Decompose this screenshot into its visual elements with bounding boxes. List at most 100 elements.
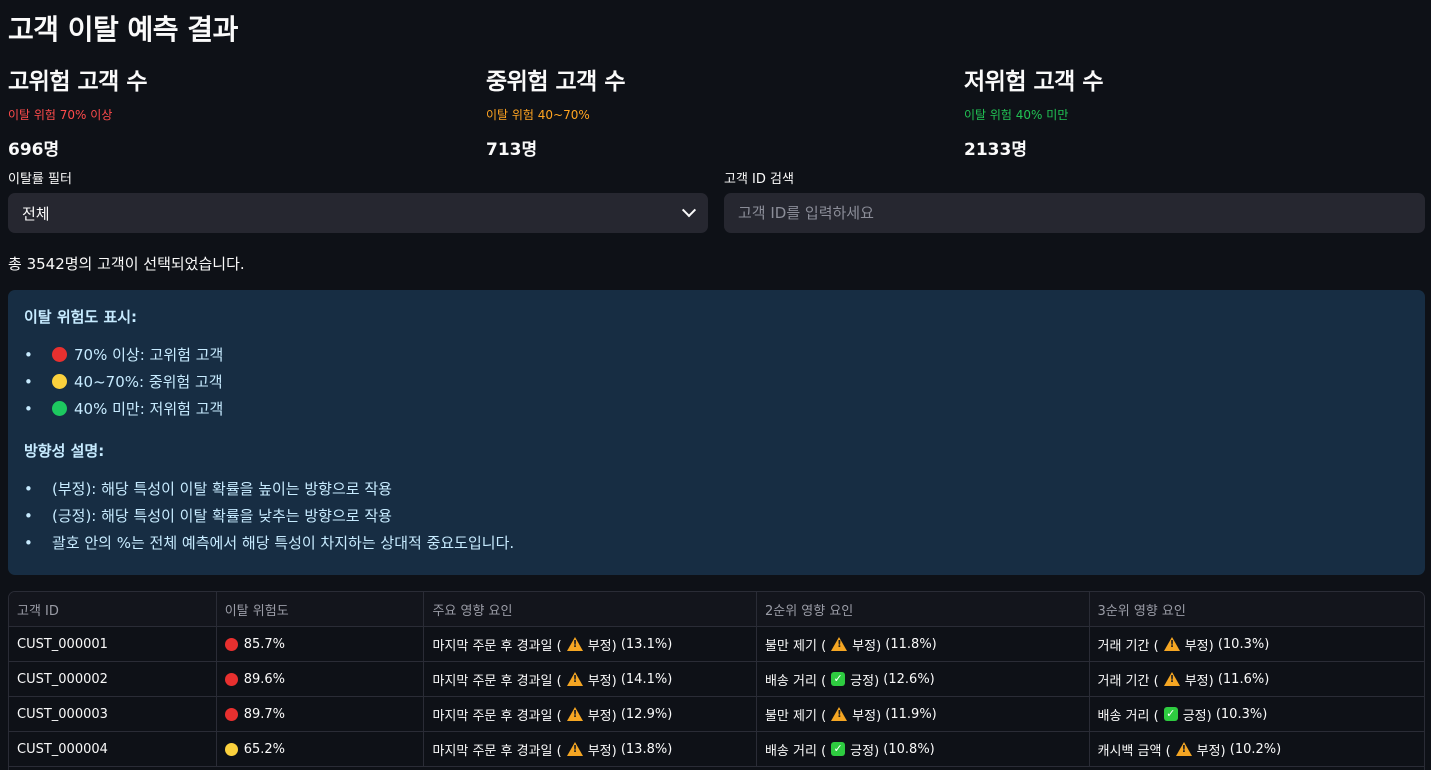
factor-pct: (11.6%) [1217,671,1270,687]
factor-name: 거래 기간 ( [1097,638,1159,654]
factor1-cell[interactable]: 마지막 주문 후 경과일 ( 부정) (14.1%) [424,662,757,696]
factor1-cell[interactable]: 마지막 주문 후 경과일 (부정) (12.9%) [424,697,757,731]
list-item: (긍정): 해당 특성이 이탈 확률을 낮추는 방향으로 작용 [24,502,1409,529]
metric-sub: 이탈 위험 40~70% [486,108,590,122]
factor-direction: 부정) [587,743,617,759]
factor-direction: 부정) [1184,638,1214,654]
factor-pct: (14.1%) [620,671,673,687]
risk-cell[interactable]: 85.7% [217,627,425,661]
factor-direction: 부정) [852,708,882,724]
risk-item-text: 40~70%: 중위험 고객 [74,373,223,391]
factor-direction: 부정) [587,708,617,724]
table-row[interactable]: CUST_000002 89.6% 마지막 주문 후 경과일 ( 부정) (14.1%… [9,662,1424,697]
direction-item-text: 괄호 안의 %는 전체 예측에서 해당 특성이 차지하는 상대적 중요도입니다. [52,534,515,552]
factor-name: 거래 기간 ( [1097,673,1159,689]
factor-pct: (10.2%) [1229,741,1282,757]
factor3-cell[interactable]: 거래 기간 (부정) (10.3%) [1090,627,1425,661]
risk-cell[interactable]: 89.6% [217,662,425,696]
factor-direction: 긍정) [1182,708,1212,724]
list-item: 괄호 안의 %는 전체 예측에서 해당 특성이 차지하는 상대적 중요도입니다. [24,529,1409,556]
warning-icon [566,637,583,651]
factor3-cell[interactable]: 거래 기간 ( 부정) (11.6%) [1090,662,1425,696]
factor-direction: 부정) [1184,673,1214,689]
table-row[interactable]: CUST_000001 85.7% 마지막 주문 후 경과일 ( 부정) (13.1%… [9,627,1424,662]
list-item: 70% 이상: 고위험 고객 [24,341,1409,368]
risk-cell[interactable]: 65.2% [217,732,425,766]
risk-cell[interactable]: 89.7% [217,697,425,731]
customer-id: CUST_000002 [17,671,108,687]
metric-mid-risk: 중위험 고객 수 이탈 위험 40~70% 713명 [486,62,956,160]
red-circle-icon [52,347,67,362]
check-icon: ✓ [1163,707,1178,721]
table-header-row: 고객 ID 이탈 위험도 주요 영향 요인 2순위 영향 요인 3순위 영향 요… [9,592,1424,627]
yellow-circle-icon [224,742,238,756]
risk-value: 65.2% [243,741,286,757]
chevron-down-icon [681,203,697,218]
column-header[interactable]: 이탈 위험도 [216,592,425,626]
table-row[interactable]: CUST_000003 89.7% 마지막 주문 후 경과일 (부정) (12.9%… [9,697,1424,732]
filter-selected-value: 전체 [22,204,50,223]
factor-name: 마지막 주문 후 경과일 ( [432,673,562,689]
factor-pct: (12.9%) [620,706,673,722]
factor2-cell[interactable]: 배송 거리 ( ✓ 긍정) (12.6%) [757,662,1090,696]
factor-name: 캐시백 금액 ( [1097,743,1171,759]
churn-filter-select[interactable]: 전체 [8,193,708,233]
customer-id-cell[interactable]: CUST_000001 [9,627,217,661]
factor2-cell[interactable]: 불만 제기 ( 부정) (11.9%) [757,697,1090,731]
customer-id: CUST_000003 [17,706,108,722]
list-item: 40~70%: 중위험 고객 [24,368,1409,395]
factor-name: 불만 제기 ( [764,708,827,724]
factor-pct: (10.8%) [883,741,935,757]
table-row[interactable]: CUST_000004 65.2% 마지막 주문 후 경과일 (부정) (13.8%… [9,732,1424,767]
red-circle-icon [224,637,238,651]
risk-item-text: 70% 이상: 고위험 고객 [74,346,224,364]
factor-direction: 부정) [587,638,617,654]
factor2-cell[interactable]: 불만 제기 (부정) (11.8%) [757,627,1090,661]
risk-item-text: 40% 미만: 저위험 고객 [74,400,224,418]
column-header[interactable]: 주요 영향 요인 [424,592,757,626]
customer-id: CUST_000001 [17,636,108,652]
metric-value: 2133명 [964,140,1027,160]
factor2-cell[interactable]: 배송 거리 (✓ 긍정) (10.8%) [757,732,1090,766]
direction-list: (부정): 해당 특성이 이탈 확률을 높이는 방향으로 작용 (긍정): 해당… [24,475,1409,556]
customer-id-search-input[interactable] [724,193,1425,233]
customer-id-cell[interactable]: CUST_000004 [9,732,217,766]
warning-icon [566,672,583,686]
factor-name: 불만 제기 ( [764,638,827,654]
factor3-cell[interactable]: 배송 거리 (✓ 긍정) (10.3%) [1090,697,1425,731]
red-circle-icon [224,707,238,721]
customer-id-cell[interactable]: CUST_000003 [9,697,217,731]
customer-id-cell[interactable]: CUST_000002 [9,662,217,696]
factor-pct: (12.6%) [883,671,935,687]
factor-pct: (13.1%) [620,636,673,652]
factor-name: 배송 거리 ( [764,673,827,689]
prediction-table[interactable]: 고객 ID 이탈 위험도 주요 영향 요인 2순위 영향 요인 3순위 영향 요… [8,591,1425,770]
risk-value: 85.7% [243,636,286,652]
factor1-cell[interactable]: 마지막 주문 후 경과일 ( 부정) (13.1%) [424,627,757,661]
column-header[interactable]: 3순위 영향 요인 [1089,592,1424,626]
metric-label: 중위험 고객 수 [486,69,625,95]
check-icon: ✓ [831,672,846,686]
factor-direction: 부정) [587,673,617,689]
warning-icon [566,707,583,721]
warning-icon [831,637,848,651]
factor3-cell[interactable]: 캐시백 금액 (부정) (10.2%) [1090,732,1425,766]
metric-sub: 이탈 위험 70% 이상 [8,108,113,122]
factor-direction: 긍정) [850,743,880,759]
table-body: CUST_000001 85.7% 마지막 주문 후 경과일 ( 부정) (13.1%… [9,627,1424,767]
warning-icon [1175,742,1192,756]
red-circle-icon [224,672,238,686]
factor-name: 마지막 주문 후 경과일 ( [432,638,562,654]
factor-pct: (13.8%) [620,741,673,757]
factor-direction: 긍정) [850,673,880,689]
factor-pct: (11.9%) [885,706,937,722]
list-item: (부정): 해당 특성이 이탈 확률을 높이는 방향으로 작용 [24,475,1409,502]
column-header[interactable]: 고객 ID [9,592,217,626]
column-header[interactable]: 2순위 영향 요인 [756,592,1090,626]
direction-title: 방향성 설명: [24,442,105,460]
warning-icon [1163,672,1180,686]
factor1-cell[interactable]: 마지막 주문 후 경과일 (부정) (13.8%) [424,732,757,766]
green-circle-icon [52,401,67,416]
metric-label: 고위험 고객 수 [8,69,147,95]
risk-value: 89.6% [243,671,286,687]
